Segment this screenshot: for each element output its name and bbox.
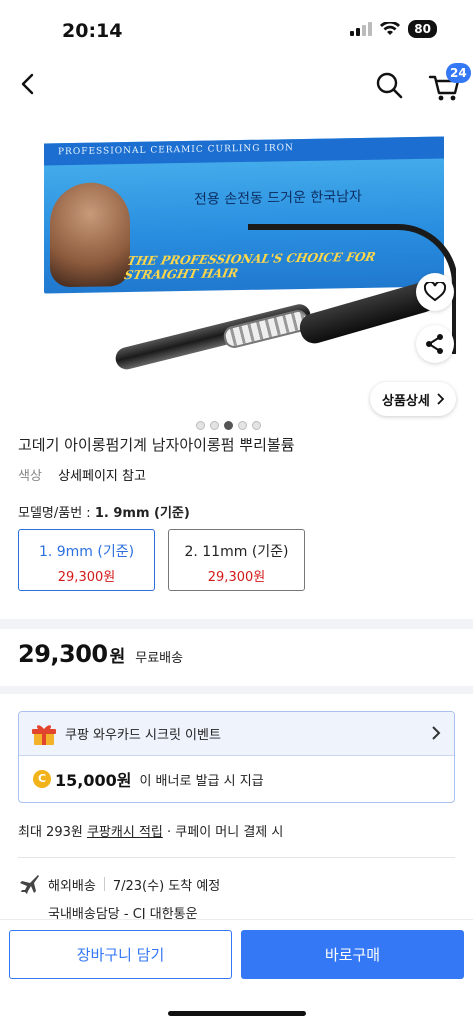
status-icons: 80: [350, 20, 437, 38]
box-korean-text: 전용 손전동 드거운 한국남자: [194, 188, 362, 208]
search-button[interactable]: [372, 68, 406, 102]
buy-now-button[interactable]: 바로구매: [241, 930, 464, 979]
heart-icon: [424, 282, 446, 302]
pagination-dot[interactable]: [196, 421, 205, 430]
gift-icon: [32, 724, 56, 745]
shipping-row: 해외배송 7/23(수) 도착 예정: [18, 873, 220, 895]
home-indicator: [168, 1011, 306, 1016]
model-label: 모델명/품번 : 1. 9mm (기준): [18, 502, 190, 521]
bottom-action-bar: 장바구니 담기 바로구매: [0, 919, 473, 1024]
chevron-right-icon: [437, 393, 444, 405]
promo-header: 쿠팡 와우카드 시크릿 이벤트: [19, 712, 454, 756]
chevron-right-icon: [432, 726, 441, 740]
wow-card-promo-banner[interactable]: 쿠팡 와우카드 시크릿 이벤트 C 15,000원 이 배너로 발급 시 지급: [18, 711, 455, 803]
product-detail-label: 상품상세: [382, 393, 430, 409]
option-card-selected[interactable]: 1. 9mm (기준) 29,300원: [18, 529, 155, 591]
shipping-fee: 무료배송: [135, 651, 184, 666]
search-icon: [376, 72, 403, 99]
image-pagination: [196, 421, 261, 430]
divider: [18, 857, 455, 858]
shipping-eta: 7/23(수) 도착 예정: [112, 878, 221, 894]
cash-amount: 15,000원: [55, 771, 132, 790]
cash-note: 이 배너로 발급 시 지급: [139, 773, 264, 789]
status-bar: 20:14 80: [0, 0, 473, 60]
price-amount: 29,300: [18, 640, 108, 668]
section-divider: [0, 686, 473, 694]
cellular-signal-icon: [350, 22, 373, 36]
product-image[interactable]: PROFESSIONAL CERAMIC CURLING IRON 전용 손전동…: [18, 112, 456, 414]
chevron-left-icon: [21, 73, 34, 95]
back-button[interactable]: [14, 66, 44, 102]
status-time: 20:14: [62, 20, 123, 42]
coupang-cash-coin-icon: C: [33, 770, 51, 788]
wifi-icon: [380, 22, 401, 35]
model-value: 1. 9mm (기준): [94, 506, 190, 521]
cart-count-badge: 24: [446, 63, 471, 83]
color-row: 색상 상세페이지 참고: [18, 465, 146, 484]
top-nav: [0, 62, 473, 106]
airplane-icon: [20, 875, 39, 894]
promo-reward: C 15,000원 이 배너로 발급 시 지급: [19, 756, 454, 802]
share-icon: [426, 334, 443, 354]
shipping-type: 해외배송: [48, 878, 96, 894]
product-title: 고데기 아이롱펌기계 남자아이롱펌 뿌리볼륨: [18, 436, 295, 454]
price-row: 29,300 원 무료배송: [18, 640, 183, 668]
model-photo: [50, 181, 130, 288]
reward-prefix: 최대 293원: [18, 825, 83, 840]
promo-title: 쿠팡 와우카드 시크릿 이벤트: [65, 728, 221, 743]
reward-suffix: · 쿠페이 머니 결제 시: [167, 825, 284, 840]
separator: [103, 877, 105, 891]
color-value: 상세페이지 참고: [58, 469, 146, 484]
option-name: 2. 11mm (기준): [184, 544, 289, 560]
price-unit: 원: [109, 647, 126, 667]
share-button[interactable]: [416, 325, 454, 363]
pagination-dot-active[interactable]: [224, 421, 233, 430]
wishlist-button[interactable]: [416, 273, 454, 311]
color-label: 색상: [18, 469, 42, 484]
pagination-dot[interactable]: [210, 421, 219, 430]
add-to-cart-button[interactable]: 장바구니 담기: [9, 930, 232, 979]
option-price: 29,300원: [207, 570, 266, 585]
option-price: 29,300원: [57, 570, 116, 585]
option-card[interactable]: 2. 11mm (기준) 29,300원: [168, 529, 305, 591]
pagination-dot[interactable]: [252, 421, 261, 430]
option-name: 1. 9mm (기준): [38, 544, 135, 560]
product-detail-button[interactable]: 상품상세: [370, 382, 456, 416]
pagination-dot[interactable]: [238, 421, 247, 430]
cash-reward-row: 최대 293원 쿠팡캐시 적립 · 쿠페이 머니 결제 시: [18, 821, 283, 840]
coupang-cash-link[interactable]: 쿠팡캐시 적립: [87, 825, 163, 840]
battery-indicator: 80: [408, 20, 437, 38]
section-divider: [0, 619, 473, 629]
model-label-text: 모델명/품번 :: [18, 506, 91, 521]
